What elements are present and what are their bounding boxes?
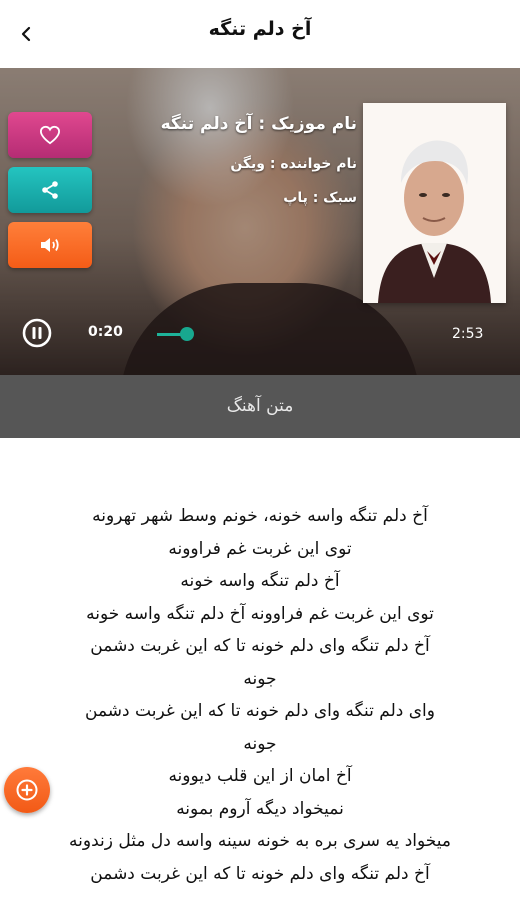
lyric-line: جونه — [243, 668, 277, 689]
lyrics-header: متن آهنگ — [0, 375, 520, 438]
track-info: نام موزیک : آخ دلم تنگه نام خواننده : وی… — [161, 114, 357, 206]
player-panel: نام موزیک : آخ دلم تنگه نام خواننده : وی… — [0, 68, 520, 375]
lyric-line: جونه — [243, 733, 277, 754]
lyric-line: آخ دلم تنگه واسه خونه — [180, 571, 340, 591]
app-bar: آخ دلم تنگه — [0, 0, 520, 68]
genre: سبک : پاپ — [283, 190, 357, 206]
lyric-line: آخ امان از این قلب دیوونه — [168, 766, 352, 786]
lyric-line: میخواد یه سری بره به خونه سینه واسه دل م… — [69, 831, 451, 851]
page-title: آخ دلم تنگه — [208, 18, 312, 40]
speaker-icon — [41, 238, 59, 252]
lyric-line: آخ دلم تنگه واسه خونه، خونم وسط شهر تهرو… — [92, 506, 428, 526]
favorite-button[interactable] — [8, 112, 92, 158]
share-button[interactable] — [8, 167, 92, 213]
volume-button[interactable] — [8, 222, 92, 268]
lyric-line: آخ دلم تنگه وای دلم خونه تا که این غربت … — [90, 636, 430, 656]
lyric-line: آخ دلم تنگه وای دلم خونه تا که این غربت … — [90, 863, 430, 884]
lyric-line: نمیخواد دیگه آروم بمونه — [176, 798, 344, 819]
track-duration: 2:53 — [452, 326, 484, 342]
elapsed-time: 0:20 — [88, 324, 123, 340]
pause-icon — [22, 318, 52, 348]
seek-bar[interactable] — [157, 327, 422, 341]
heart-icon — [39, 125, 61, 145]
pause-button[interactable] — [22, 318, 52, 348]
add-button[interactable] — [4, 767, 50, 813]
singer-name: نام خواننده : ویگن — [230, 156, 357, 172]
plus-icon — [16, 779, 38, 801]
share-icon — [42, 181, 58, 199]
lyrics-text: آخ دلم تنگه واسه خونه، خونم وسط شهر تهرو… — [0, 500, 520, 890]
track-name: نام موزیک : آخ دلم تنگه — [160, 114, 357, 134]
lyric-line: توی این غربت غم فراوونه — [168, 538, 352, 559]
lyric-line: وای دلم تنگه وای دلم خونه تا که این غربت… — [85, 701, 435, 721]
album-art — [363, 103, 506, 303]
lyric-line: توی این غربت غم فراوونه آخ دلم تنگه واسه… — [86, 603, 434, 624]
